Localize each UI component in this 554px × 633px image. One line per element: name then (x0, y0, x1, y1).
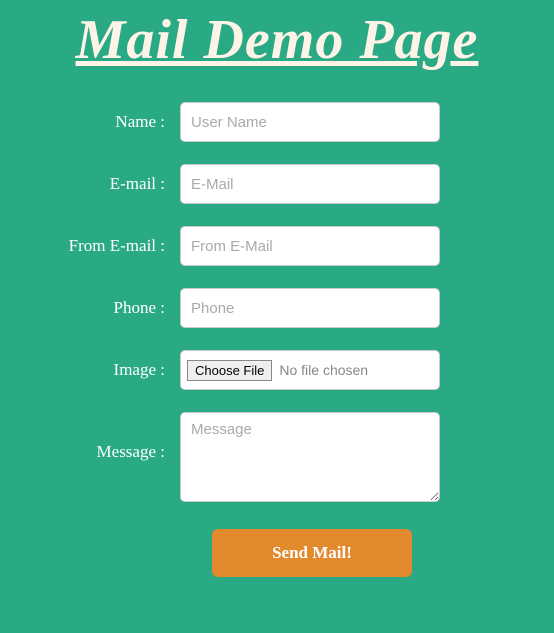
file-status-text: No file chosen (279, 362, 368, 378)
label-phone: Phone : (40, 298, 175, 318)
row-name: Name : (40, 102, 514, 142)
row-phone: Phone : (40, 288, 514, 328)
image-file-input[interactable]: Choose File No file chosen (180, 350, 440, 390)
label-image: Image : (40, 360, 175, 380)
mail-form: Name : E-mail : From E-mail : Phone : Im… (0, 102, 554, 577)
name-input[interactable] (180, 102, 440, 142)
message-textarea[interactable] (180, 412, 440, 502)
send-mail-button[interactable]: Send Mail! (212, 529, 412, 577)
email-input[interactable] (180, 164, 440, 204)
label-message: Message : (40, 412, 175, 462)
page-title: Mail Demo Page (0, 8, 554, 72)
label-name: Name : (40, 112, 175, 132)
submit-row: Send Mail! (40, 529, 514, 577)
choose-file-button[interactable]: Choose File (187, 360, 272, 381)
row-message: Message : (40, 412, 514, 507)
label-from-email: From E-mail : (40, 236, 175, 256)
label-email: E-mail : (40, 174, 175, 194)
from-email-input[interactable] (180, 226, 440, 266)
row-email: E-mail : (40, 164, 514, 204)
phone-input[interactable] (180, 288, 440, 328)
row-image: Image : Choose File No file chosen (40, 350, 514, 390)
row-from-email: From E-mail : (40, 226, 514, 266)
